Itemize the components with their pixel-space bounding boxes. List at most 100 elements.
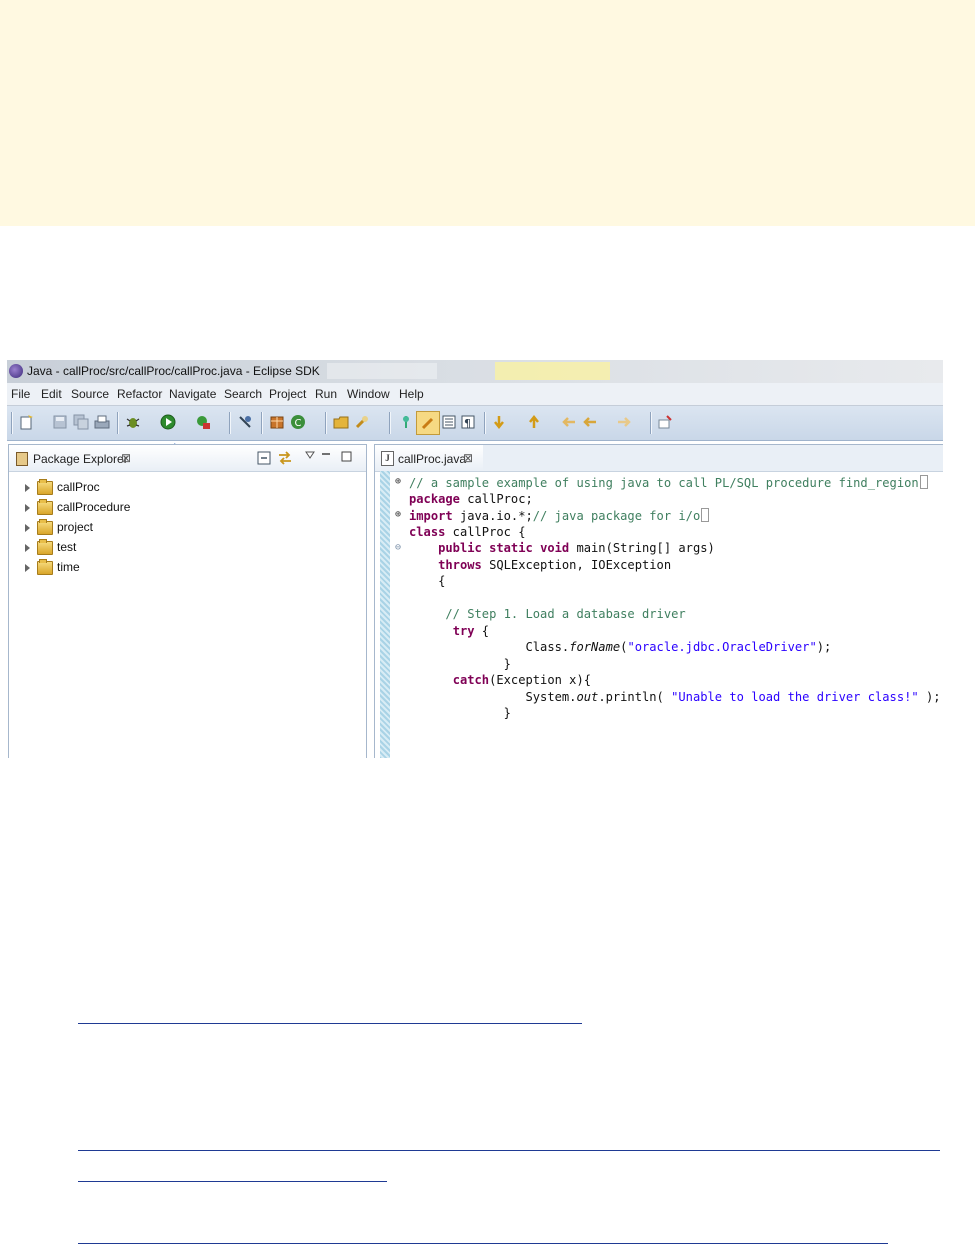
code-line: package callProc; — [409, 491, 533, 506]
close-icon[interactable]: ⊠ — [121, 451, 131, 465]
overview-ruler — [380, 471, 390, 758]
tree-item-callprocedure[interactable]: callProcedure — [25, 499, 165, 518]
editor-tab-callproc[interactable]: J callProc.java ⊠ — [375, 445, 484, 472]
link-with-editor-icon[interactable] — [277, 450, 293, 466]
window-title: Java - callProc/src/callProc/callProc.ja… — [27, 364, 320, 378]
code-line: import java.io.*;// java package for i/o — [409, 508, 710, 524]
menu-file[interactable]: File — [11, 387, 30, 401]
main-toolbar: C ¶ — [7, 406, 943, 441]
new-package-icon[interactable] — [269, 414, 285, 430]
block-selection-icon[interactable] — [441, 414, 457, 430]
editor-tab-title: callProc.java — [398, 452, 467, 466]
toolbar-separator — [484, 412, 485, 434]
skip-breakpoints-icon[interactable] — [237, 414, 253, 430]
code-line: } — [409, 706, 511, 720]
editor-tab-strip — [483, 445, 943, 472]
tree-item-label: callProc — [57, 480, 100, 494]
debug-icon[interactable] — [125, 414, 141, 430]
window-titlebar: Java - callProc/src/callProc/callProc.ja… — [7, 360, 943, 383]
menu-navigate[interactable]: Navigate — [169, 387, 216, 401]
collapse-all-icon[interactable] — [257, 451, 271, 465]
show-whitespace-icon[interactable]: ¶ — [460, 414, 476, 430]
code-line: public static void main(String[] args) — [438, 541, 715, 555]
menu-project[interactable]: Project — [269, 387, 306, 401]
forward-icon[interactable] — [616, 414, 632, 430]
menu-refactor[interactable]: Refactor — [117, 387, 162, 401]
minimize-icon[interactable] — [321, 450, 331, 460]
menu-edit[interactable]: Edit — [41, 387, 62, 401]
expand-icon[interactable] — [25, 564, 30, 572]
back-icon[interactable] — [582, 414, 598, 430]
print-icon[interactable] — [94, 414, 110, 430]
new-class-icon[interactable]: C — [290, 414, 306, 430]
tree-item-label: callProcedure — [57, 500, 131, 514]
expand-icon[interactable] — [25, 524, 30, 532]
menu-source[interactable]: Source — [71, 387, 109, 401]
page-banner — [0, 0, 975, 226]
tree-item-project[interactable]: project — [25, 519, 165, 538]
java-editor: J callProc.java ⊠ ⊕ // a sample example o… — [374, 444, 943, 758]
menu-help[interactable]: Help — [399, 387, 424, 401]
expand-icon[interactable] — [25, 544, 30, 552]
maximize-icon[interactable] — [341, 451, 352, 462]
save-all-icon[interactable] — [73, 414, 89, 430]
toolbar-separator — [325, 412, 326, 434]
svg-text:¶: ¶ — [464, 417, 471, 430]
toolbar-separator — [11, 412, 12, 434]
eclipse-screenshot: Java - callProc/src/callProc/callProc.ja… — [7, 360, 943, 758]
save-icon[interactable] — [52, 414, 68, 430]
java-file-icon: J — [381, 451, 394, 466]
tree-item-label: project — [57, 520, 94, 534]
toggle-ant-icon[interactable] — [398, 414, 414, 430]
code-line: // Step 1. Load a database driver — [445, 607, 686, 621]
toolbar-separator — [229, 412, 230, 434]
tree-item-time[interactable]: time — [25, 559, 165, 578]
expand-fold-icon[interactable]: ⊕ — [395, 509, 401, 520]
code-line: class callProc { — [409, 524, 526, 539]
link-underline-4[interactable] — [78, 1243, 888, 1244]
tree-item-label: test — [57, 540, 77, 554]
expand-fold-icon[interactable]: ⊕ — [395, 476, 401, 487]
code-line: System.out.println( "Unable to load the … — [409, 689, 941, 704]
last-edit-icon[interactable] — [561, 414, 577, 430]
collapse-fold-icon[interactable]: ⊖ — [395, 542, 401, 553]
expand-icon[interactable] — [25, 484, 30, 492]
link-underline-1[interactable] — [78, 1023, 582, 1024]
tree-item-test[interactable]: test — [25, 539, 165, 558]
svg-text:C: C — [295, 418, 302, 429]
package-explorer-tab[interactable]: Package Explorer ⊠ — [9, 445, 366, 472]
eclipse-icon — [9, 364, 23, 378]
folded-block-marker[interactable] — [701, 508, 710, 522]
previous-annotation-icon[interactable] — [526, 414, 542, 430]
expand-icon[interactable] — [25, 504, 30, 512]
menu-bar: File Edit Source Refactor Navigate Searc… — [7, 383, 943, 406]
toolbar-separator — [261, 412, 262, 434]
menu-search[interactable]: Search — [224, 387, 262, 401]
search-icon[interactable] — [354, 414, 370, 430]
mark-occurrences-toggle[interactable] — [416, 411, 440, 435]
project-folder-icon — [37, 539, 53, 555]
code-line: } — [409, 656, 511, 671]
view-menu-icon[interactable] — [305, 451, 315, 459]
run-icon[interactable] — [160, 414, 176, 430]
folded-block-marker[interactable] — [919, 475, 928, 489]
package-explorer-view: Package Explorer ⊠ callProc callProcedur… — [8, 444, 367, 758]
menu-run[interactable]: Run — [315, 387, 337, 401]
close-icon[interactable]: ⊠ — [463, 451, 473, 465]
external-tools-icon[interactable] — [195, 414, 211, 430]
link-underline-3[interactable] — [78, 1181, 387, 1182]
next-annotation-icon[interactable] — [491, 414, 507, 430]
open-type-icon[interactable] — [333, 414, 349, 430]
project-folder-icon — [37, 559, 53, 575]
pin-editor-icon[interactable] — [657, 414, 673, 430]
new-icon[interactable] — [19, 414, 35, 430]
toolbar-separator — [117, 412, 118, 434]
tree-item-callproc[interactable]: callProc — [25, 479, 165, 498]
menu-window[interactable]: Window — [347, 387, 390, 401]
project-folder-icon — [37, 479, 53, 495]
titlebar-ghost — [327, 363, 437, 379]
project-folder-icon — [37, 519, 53, 535]
code-line: { — [409, 574, 446, 588]
code-line: Class.forName("oracle.jdbc.OracleDriver"… — [409, 640, 832, 654]
link-underline-2[interactable] — [78, 1150, 940, 1151]
